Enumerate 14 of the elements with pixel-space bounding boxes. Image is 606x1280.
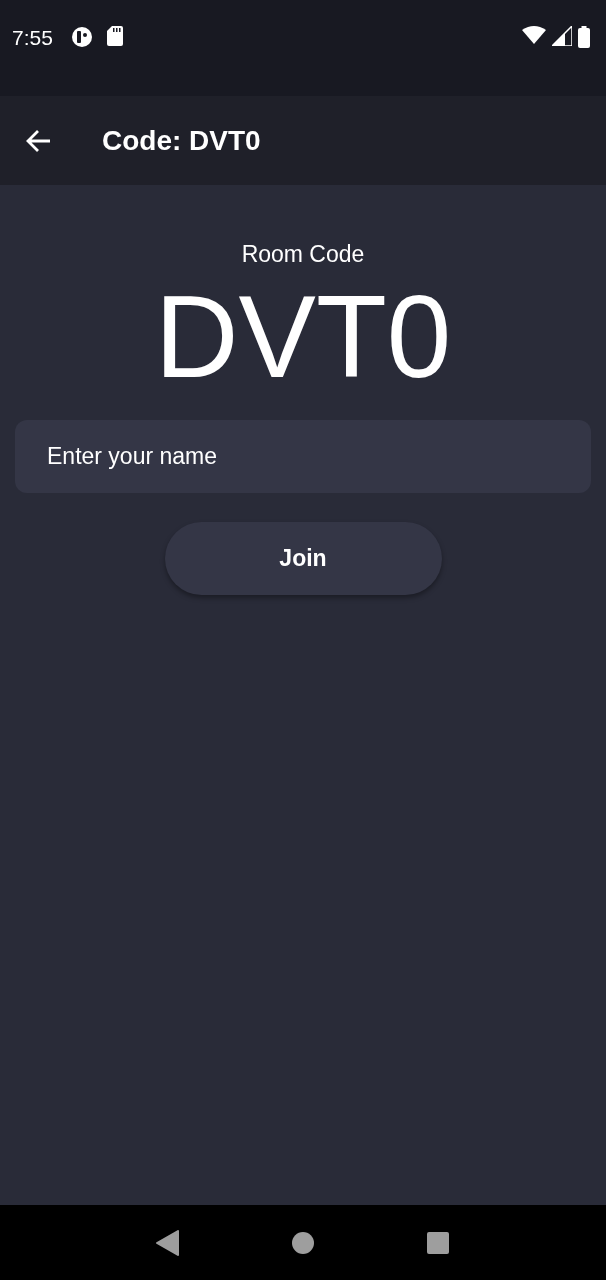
signal-icon [552,26,572,46]
join-button[interactable]: Join [164,521,442,595]
recents-icon[interactable] [426,1230,451,1255]
status-time: 7:55 [12,26,53,50]
wifi-icon [522,26,546,44]
battery-icon [578,26,590,48]
app-bar-title: Code: DVT0 [102,124,261,157]
home-icon[interactable] [291,1230,315,1255]
room-code-label: Room Code [241,241,365,268]
back-arrow-icon [26,128,52,153]
sd-card-icon [106,26,123,46]
room-code: DVT0 [154,274,452,402]
back-icon[interactable] [155,1229,180,1256]
name-field[interactable]: Enter your name [15,419,591,493]
